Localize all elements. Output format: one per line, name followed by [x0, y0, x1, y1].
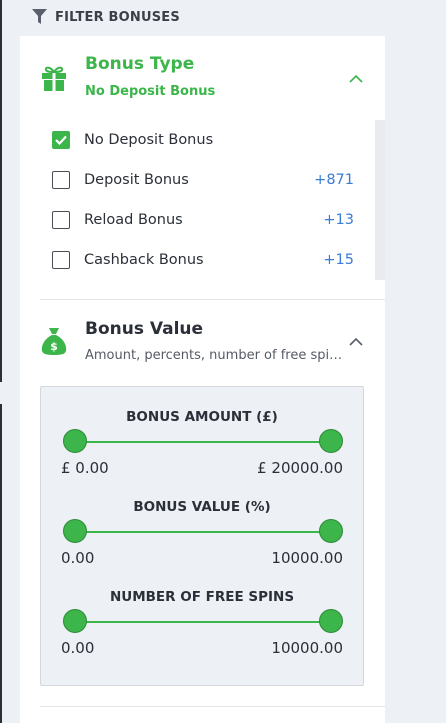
svg-text:$: $: [50, 340, 58, 353]
options-scrollbar[interactable]: [375, 120, 385, 280]
checkbox[interactable]: [52, 251, 70, 269]
range-min-value: £ 0.00: [61, 459, 109, 477]
gift-icon: [42, 66, 66, 91]
range-title: BONUS AMOUNT (£): [126, 409, 278, 425]
slider-track[interactable]: [75, 531, 331, 533]
checkbox[interactable]: [52, 211, 70, 229]
range-bonus-value: BONUS VALUE (%) 0.00 10000.00: [41, 499, 363, 587]
bonus-type-header[interactable]: Bonus Type No Deposit Bonus: [20, 36, 385, 114]
option-label: Cashback Bonus: [84, 252, 204, 268]
slider-track[interactable]: [75, 621, 331, 623]
range-free-spins: NUMBER OF FREE SPINS 0.00 10000.00: [41, 589, 363, 677]
range-min-value: 0.00: [61, 549, 95, 567]
range-filters-box: BONUS AMOUNT (£) £ 0.00 £ 20000.00 BONUS…: [40, 386, 364, 686]
range-max-value: 10000.00: [271, 639, 343, 657]
option-deposit-bonus[interactable]: Deposit Bonus +871: [52, 168, 354, 192]
option-label: No Deposit Bonus: [84, 132, 214, 148]
left-edge-line: [0, 0, 2, 382]
bonus-type-title: Bonus Type: [85, 54, 195, 74]
filter-panel: Bonus Type No Deposit Bonus No Deposit B…: [20, 36, 385, 723]
slider-track[interactable]: [75, 441, 331, 443]
slider-min-handle[interactable]: [63, 429, 87, 453]
filter-header-label: FILTER BONUSES: [55, 9, 180, 25]
option-cashback-bonus[interactable]: Cashback Bonus +15: [52, 248, 354, 272]
chevron-up-icon[interactable]: [349, 337, 363, 347]
bonus-value-title: Bonus Value: [85, 319, 204, 339]
checkmark-icon: [55, 135, 67, 145]
checkbox-checked[interactable]: [52, 131, 70, 149]
range-min-value: 0.00: [61, 639, 95, 657]
checkbox[interactable]: [52, 171, 70, 189]
option-no-deposit-bonus[interactable]: No Deposit Bonus: [52, 128, 354, 152]
section-divider: [40, 706, 385, 707]
left-edge-line: [0, 404, 2, 723]
option-count: +15: [323, 252, 354, 268]
option-label: Deposit Bonus: [84, 172, 189, 188]
section-divider: [40, 299, 385, 300]
option-label: Reload Bonus: [84, 212, 183, 228]
slider-max-handle[interactable]: [319, 429, 343, 453]
slider-max-handle[interactable]: [319, 519, 343, 543]
option-count: +13: [323, 212, 354, 228]
range-bonus-amount: BONUS AMOUNT (£) £ 0.00 £ 20000.00: [41, 409, 363, 497]
slider-max-handle[interactable]: [319, 609, 343, 633]
range-max-value: 10000.00: [271, 549, 343, 567]
bonus-value-subtitle: Amount, percents, number of free spins: [85, 348, 343, 363]
slider-min-handle[interactable]: [63, 519, 87, 543]
bonus-value-header[interactable]: $ Bonus Value Amount, percents, number o…: [20, 306, 385, 376]
range-max-value: £ 20000.00: [257, 459, 343, 477]
money-bag-icon: $: [41, 328, 67, 355]
filter-header: FILTER BONUSES: [32, 6, 180, 28]
range-title: BONUS VALUE (%): [133, 499, 271, 515]
bonus-type-selected: No Deposit Bonus: [85, 84, 216, 99]
option-count: +871: [314, 172, 354, 188]
slider-min-handle[interactable]: [63, 609, 87, 633]
chevron-up-icon[interactable]: [349, 74, 363, 84]
filter-icon: [32, 9, 47, 24]
option-reload-bonus[interactable]: Reload Bonus +13: [52, 208, 354, 232]
range-title: NUMBER OF FREE SPINS: [109, 589, 295, 605]
